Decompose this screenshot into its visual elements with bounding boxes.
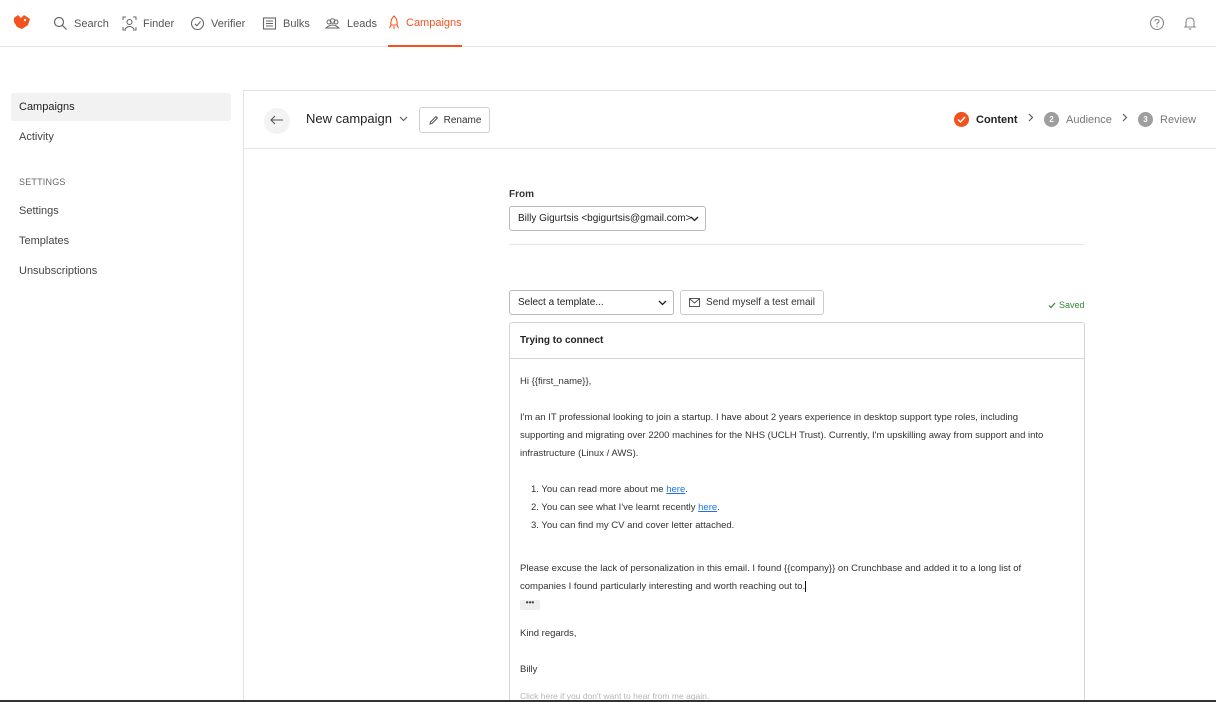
campaign-name-dropdown[interactable]: New campaign (306, 111, 408, 126)
sidebar-item-activity[interactable]: Activity (11, 123, 231, 151)
nav-finder-label: Finder (143, 17, 175, 30)
nav-finder[interactable]: Finder (122, 0, 174, 47)
page-title: New campaign (306, 111, 392, 126)
email-subject-field[interactable]: Trying to connect (510, 323, 1084, 359)
nav-search-label: Search (74, 17, 109, 30)
show-trimmed-content-button[interactable]: ••• (520, 599, 540, 610)
sidebar-item-campaigns[interactable]: Campaigns (11, 93, 231, 121)
help-icon[interactable] (1149, 15, 1165, 31)
list-item-text: 1. You can read more about me (531, 484, 667, 495)
check-icon (1048, 302, 1056, 309)
back-button[interactable] (264, 108, 290, 134)
email-closing: Kind regards, (520, 628, 577, 639)
rename-button[interactable]: Rename (419, 107, 490, 133)
verifier-icon (190, 16, 205, 31)
nav-bulks[interactable]: Bulks (262, 0, 310, 47)
pencil-icon (428, 115, 439, 126)
template-select-value: Select a template... (518, 297, 604, 308)
sidebar-item-label: Activity (19, 131, 54, 143)
text-cursor (805, 580, 807, 592)
sidebar-item-templates[interactable]: Templates (11, 227, 231, 255)
rename-label: Rename (443, 114, 482, 126)
sidebar-section-title: SETTINGS (19, 177, 66, 187)
list-item-suffix: . (685, 484, 688, 495)
sidebar-item-label: Unsubscriptions (19, 265, 98, 277)
email-paragraph-line: infrastructure (Linux / AWS). (520, 448, 639, 459)
template-select[interactable]: Select a template... (509, 290, 674, 315)
email-paragraph-line: I'm an IT professional looking to join a… (520, 412, 1019, 423)
sidebar: Campaigns Activity SETTINGS Settings Tem… (0, 47, 243, 702)
list-item-text: 2. You can see what I've learnt recently (531, 502, 699, 513)
from-label: From (509, 189, 534, 200)
send-test-email-label: Send myself a test email (706, 297, 815, 308)
sidebar-item-unsubscriptions[interactable]: Unsubscriptions (11, 257, 231, 285)
email-paragraph-line: companies I found particularly interesti… (520, 578, 807, 596)
campaigns-icon (388, 15, 400, 30)
from-select[interactable]: Billy Gigurtsis <bgigurtsis@gmail.com> (509, 206, 706, 231)
send-test-email-button[interactable]: Send myself a test email (680, 290, 824, 315)
arrow-left-icon (270, 115, 284, 128)
nav-leads[interactable]: Leads (324, 0, 377, 47)
chevron-down-icon (658, 298, 667, 307)
step-label: Audience (1066, 113, 1112, 126)
sidebar-item-label: Settings (19, 205, 59, 217)
nav-campaigns-label: Campaigns (406, 16, 462, 29)
leads-icon (324, 16, 341, 31)
chevron-down-icon (399, 116, 408, 122)
list-item: 2. You can see what I've learnt recently… (531, 499, 720, 517)
search-icon (53, 16, 68, 31)
chevron-down-icon (690, 214, 699, 223)
email-paragraph-line: Please excuse the lack of personalizatio… (520, 563, 1022, 574)
email-paragraph-line: supporting and migrating over 2200 machi… (520, 430, 1044, 441)
nav-verifier-label: Verifier (211, 17, 246, 30)
nav-leads-label: Leads (347, 17, 377, 30)
nav-verifier[interactable]: Verifier (190, 0, 245, 47)
divider (509, 244, 1085, 245)
from-select-value: Billy Gigurtsis <bgigurtsis@gmail.com> (518, 213, 692, 224)
bell-icon[interactable] (1182, 15, 1198, 31)
nav-bulks-label: Bulks (283, 17, 310, 30)
list-item: 3. You can find my CV and cover letter a… (531, 517, 734, 535)
saved-label: Saved (1059, 300, 1085, 310)
hunter-logo-icon[interactable] (12, 13, 32, 31)
saved-status: Saved (1048, 300, 1085, 310)
nav-search[interactable]: Search (53, 0, 109, 47)
check-icon (954, 112, 969, 127)
step-audience[interactable]: 2 Audience (1044, 112, 1112, 127)
about-me-link[interactable]: here (666, 484, 685, 495)
step-content[interactable]: Content (954, 112, 1018, 127)
step-label: Review (1160, 113, 1197, 126)
list-item-text: 3. You can find my CV and cover letter a… (531, 520, 735, 531)
step-label: Content (976, 113, 1018, 126)
bulks-icon (262, 16, 277, 31)
envelope-icon (689, 298, 700, 307)
campaign-header: New campaign Rename Content 2 Audience 3… (244, 91, 1216, 149)
email-subject: Trying to connect (520, 335, 604, 346)
chevron-right-icon (1028, 113, 1034, 125)
email-editor[interactable]: Trying to connect Hi {{first_name}}, I'm… (509, 322, 1085, 702)
finder-icon (122, 16, 137, 31)
sidebar-item-settings[interactable]: Settings (11, 197, 231, 225)
main-panel: New campaign Rename Content 2 Audience 3… (243, 90, 1216, 702)
email-signature: Billy (520, 664, 538, 675)
top-nav: Search Finder Verifier Bulks Leads Campa… (0, 0, 1216, 47)
chevron-right-icon (1122, 113, 1128, 125)
sidebar-item-label: Campaigns (19, 101, 75, 113)
step-number: 3 (1138, 112, 1153, 127)
learnt-recently-link[interactable]: here (698, 502, 717, 513)
email-greeting: Hi {{first_name}}, (520, 376, 592, 387)
sidebar-item-label: Templates (19, 235, 70, 247)
step-review[interactable]: 3 Review (1138, 112, 1196, 127)
list-item-suffix: . (717, 502, 720, 513)
nav-campaigns[interactable]: Campaigns (388, 0, 462, 47)
list-item: 1. You can read more about me here. (531, 481, 688, 499)
email-paragraph-text: companies I found particularly interesti… (520, 581, 806, 592)
step-number: 2 (1044, 112, 1059, 127)
